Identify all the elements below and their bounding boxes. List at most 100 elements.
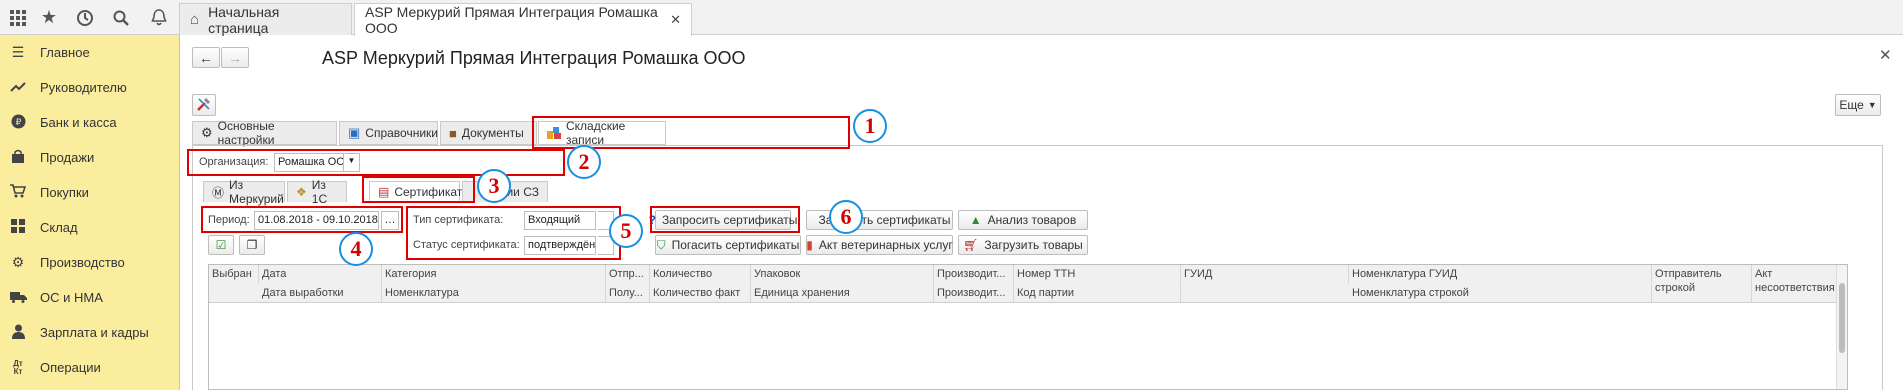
factory-gear-icon: ⚙ xyxy=(11,254,25,270)
column-header[interactable]: Акт несоответствия xyxy=(1752,265,1838,303)
column-header[interactable]: Код партии xyxy=(1014,284,1181,302)
column-header[interactable]: ГУИД xyxy=(1181,265,1349,283)
cart-icon: 🛒︎ xyxy=(963,238,979,252)
check-all-button[interactable]: ☑ xyxy=(208,235,234,255)
arrow-right-icon: → xyxy=(228,49,242,66)
back-button[interactable]: ← xyxy=(192,47,220,68)
column-header[interactable]: Дата xyxy=(259,265,382,283)
copy-icon: ❐ xyxy=(246,238,258,252)
uncheck-all-button[interactable]: ❐ xyxy=(239,235,265,255)
sidebar-item-production[interactable]: ⚙ Производство xyxy=(0,245,180,280)
column-header[interactable]: Количество факт xyxy=(650,284,751,302)
tab-label: Документы xyxy=(461,126,524,140)
sidebar-item-label: Операции xyxy=(40,360,101,375)
sidebar-item-label: Покупки xyxy=(40,185,89,200)
sidebar-item-label: Склад xyxy=(40,220,78,235)
analysis-icon: ▲ xyxy=(969,213,982,227)
redeem-certificates-button[interactable]: ⛉ Погасить сертификаты xyxy=(655,235,801,255)
vet-services-act-button[interactable]: ▮ Акт ветеринарных услуг xyxy=(806,235,953,255)
tools-icon xyxy=(196,96,212,115)
search-icon[interactable] xyxy=(103,0,139,35)
sidebar-item-fixed-assets[interactable]: ОС и НМА xyxy=(0,280,180,315)
tab-label: Из Меркурий xyxy=(229,178,284,206)
bell-icon[interactable] xyxy=(141,0,177,35)
sidebar-item-purchases[interactable]: Покупки xyxy=(0,175,180,210)
step-marker: 1 xyxy=(853,109,887,143)
column-header[interactable]: Номер ТТН xyxy=(1014,265,1181,283)
table-header: Выбран Дата Категория Отпр... Количество… xyxy=(209,265,1847,303)
button-label: Акт ветеринарных услуг xyxy=(818,238,953,252)
tab-label: Из 1С xyxy=(311,178,328,206)
sidebar-item-operations[interactable]: Дт Кт Операции xyxy=(0,350,180,385)
shield-icon: ⛉ xyxy=(656,237,666,252)
page-title: ASP Меркурий Прямая Интеграция Ромашка О… xyxy=(322,48,746,68)
column-header[interactable]: Производит... xyxy=(934,265,1014,283)
sidebar: ☰ Главное Руководителю ₽ Банк и касса Пр… xyxy=(0,35,180,390)
briefcase-icon: ■ xyxy=(449,125,457,141)
sidebar-item-warehouse[interactable]: Склад xyxy=(0,210,180,245)
tab-from-mercury[interactable]: Ⓜ Из Меркурий xyxy=(203,178,285,206)
sidebar-item-label: Главное xyxy=(40,45,90,60)
column-header[interactable]: Полу... xyxy=(606,284,650,302)
tab-label: Основные настройки xyxy=(217,119,275,147)
close-form-icon[interactable]: ✕ xyxy=(1879,46,1892,64)
more-button[interactable]: Еще ▼ xyxy=(1835,94,1881,116)
sidebar-item-bank[interactable]: ₽ Банк и касса xyxy=(0,105,180,140)
sidebar-item-sales[interactable]: Продажи xyxy=(0,140,180,175)
column-header[interactable]: Упаковок xyxy=(751,265,934,283)
star-icon[interactable]: ★ xyxy=(31,0,67,35)
forward-button[interactable]: → xyxy=(221,47,249,68)
highlight-box-request-button xyxy=(650,206,800,233)
settings-tool-button[interactable] xyxy=(192,94,216,116)
tab-from-1c[interactable]: ❖ Из 1С xyxy=(287,178,347,206)
tab-main-settings[interactable]: ⚙ Основные настройки xyxy=(192,119,337,147)
sidebar-item-label: Производство xyxy=(40,255,125,270)
home-icon: ⌂ xyxy=(190,11,200,28)
sidebar-item-label: Руководителю xyxy=(40,80,127,95)
top-bar: ★ ⌂ Начальная страница ASP Меркурий Прям… xyxy=(0,0,1903,36)
sidebar-item-main[interactable]: ☰ Главное xyxy=(0,35,180,70)
tab-documents[interactable]: ■ Документы xyxy=(440,121,537,145)
column-header[interactable]: Выбран xyxy=(209,265,259,283)
sidebar-item-salary[interactable]: Зарплата и кадры xyxy=(0,315,180,350)
column-header[interactable]: Отпр... xyxy=(606,265,650,283)
column-header[interactable]: Дата выработки xyxy=(259,284,382,302)
document-icon: ▮ xyxy=(806,238,813,252)
highlight-box-certificates-tab xyxy=(362,176,475,203)
check-all-icon: ☑ xyxy=(215,238,227,252)
highlight-box-warehouse-tab xyxy=(532,116,850,149)
column-header[interactable]: Производит... xyxy=(934,284,1014,302)
column-header[interactable]: Номенклатура строкой xyxy=(1349,284,1652,302)
step-marker: 6 xyxy=(829,200,863,234)
column-header[interactable]: Количество xyxy=(650,265,751,283)
person-icon xyxy=(8,324,28,342)
close-tab-icon[interactable]: ✕ xyxy=(670,12,681,28)
arrow-left-icon: ← xyxy=(199,49,213,66)
history-icon[interactable] xyxy=(67,0,103,35)
step-marker: 5 xyxy=(609,214,643,248)
warehouse-grid-icon xyxy=(8,219,28,236)
main-content: ← → ASP Меркурий Прямая Интеграция Ромаш… xyxy=(181,36,1903,390)
scrollbar-thumb[interactable] xyxy=(1839,283,1845,353)
column-header[interactable]: Номенклатура ГУИД xyxy=(1349,265,1652,283)
load-goods-button[interactable]: 🛒︎ Загрузить товары xyxy=(958,235,1088,255)
reference-book-icon: ▣ xyxy=(348,125,361,140)
column-header[interactable]: Единица хранения xyxy=(751,284,934,302)
onec-icon: ❖ xyxy=(296,185,307,199)
sidebar-item-manager[interactable]: Руководителю xyxy=(0,70,180,105)
column-header[interactable]: Отправитель строкой xyxy=(1652,265,1752,303)
sidebar-item-label: Зарплата и кадры xyxy=(40,325,149,340)
step-marker: 3 xyxy=(477,169,511,203)
ruble-coin-icon: ₽ xyxy=(8,114,28,132)
load-certificates-button[interactable]: Загрузить сертификаты xyxy=(806,210,953,230)
table-scrollbar[interactable] xyxy=(1836,265,1847,389)
tab-home[interactable]: ⌂ Начальная страница xyxy=(179,3,352,36)
tab-asp-mercury[interactable]: ASP Меркурий Прямая Интеграция Ромашка О… xyxy=(354,3,692,36)
column-header[interactable]: Категория xyxy=(382,265,606,283)
analyze-goods-button[interactable]: ▲ Анализ товаров xyxy=(958,210,1088,230)
button-label: Погасить сертификаты xyxy=(671,238,800,252)
column-header[interactable]: Номенклатура xyxy=(382,284,606,302)
certificates-table[interactable]: Выбран Дата Категория Отпр... Количество… xyxy=(208,264,1848,390)
tab-references[interactable]: ▣ Справочники xyxy=(339,121,438,145)
highlight-box-period xyxy=(201,206,403,233)
